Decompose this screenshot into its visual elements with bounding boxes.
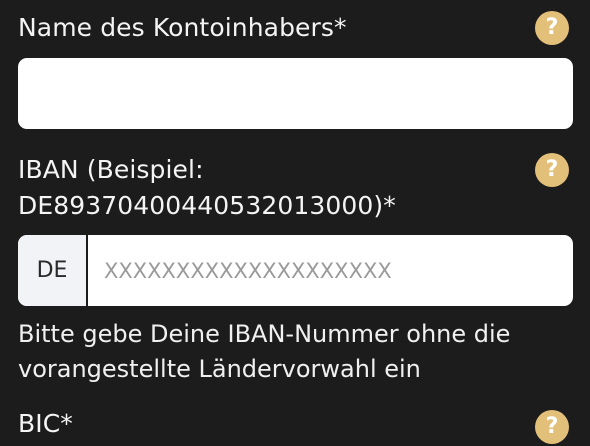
iban-hint-line2: vorangestellte Ländervorwahl ein [18,355,421,383]
account-holder-help-icon[interactable]: ? [535,11,569,45]
bic-label-row: BIC* ? [18,406,572,446]
iban-label-row: IBAN (Beispiel: DE89370400440532013000)*… [18,152,572,228]
account-holder-field[interactable] [18,58,573,129]
iban-help-icon[interactable]: ? [535,153,569,187]
iban-hint-line1: Bitte gebe Deine IBAN-Nummer ohne die [18,320,511,348]
iban-input[interactable] [88,235,573,306]
account-holder-label: Name des Kontoinhabers* [18,13,347,42]
iban-label-line2: DE89370400440532013000)* [18,191,396,220]
iban-hint: Bitte gebe Deine IBAN-Nummer ohne die vo… [18,317,572,387]
iban-label-line1: IBAN (Beispiel: [18,155,204,184]
account-holder-input[interactable] [18,58,573,129]
iban-country-prefix: DE [18,235,88,306]
account-holder-label-row: Name des Kontoinhabers* ? [18,10,572,50]
bic-help-icon[interactable]: ? [535,410,569,444]
bic-label: BIC* [18,409,73,438]
iban-field[interactable]: DE [18,235,573,306]
